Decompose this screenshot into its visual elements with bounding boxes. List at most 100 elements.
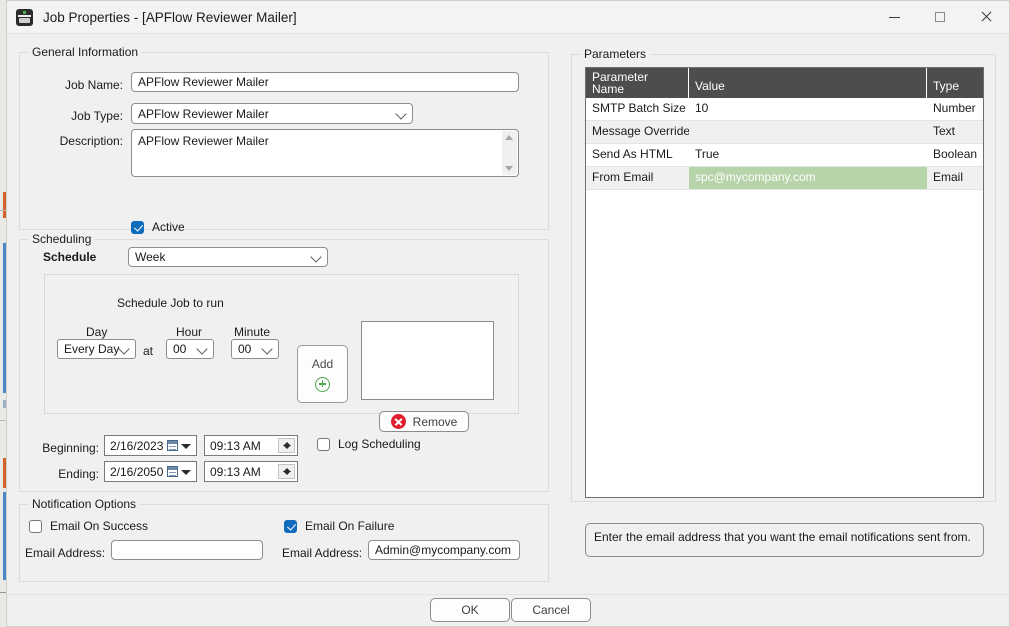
description-scrollbar[interactable]: [502, 131, 517, 175]
chevron-down-icon: [261, 343, 273, 355]
scroll-down-icon[interactable]: [505, 166, 513, 171]
minimize-button[interactable]: [871, 1, 917, 33]
email-on-success-label: Email On Success: [50, 519, 149, 533]
cell-parameter-type: Number: [933, 101, 976, 115]
description-textarea[interactable]: APFlow Reviewer Mailer: [131, 129, 519, 177]
chevron-down-icon: [395, 107, 407, 120]
minute-value: 00: [238, 342, 252, 356]
cell-parameter-name: From Email: [592, 170, 654, 184]
email-on-failure-checkbox[interactable]: Email On Failure: [284, 519, 394, 533]
hour-label: Hour: [176, 325, 203, 339]
table-row[interactable]: Message Override Text: [586, 121, 983, 144]
notification-options-legend: Notification Options: [28, 497, 141, 511]
scheduling-legend: Scheduling: [28, 232, 96, 246]
window-controls: [871, 1, 1009, 33]
chevron-down-icon: [196, 343, 208, 355]
maximize-icon: [935, 12, 945, 22]
general-information-legend: General Information: [28, 45, 143, 59]
job-properties-dialog: Job Properties - [APFlow Reviewer Mailer…: [6, 0, 1010, 627]
failure-email-address-input[interactable]: Admin@mycompany.com: [368, 540, 520, 560]
ending-time-spin-buttons[interactable]: [278, 464, 295, 479]
ending-date-picker[interactable]: 2/16/2050: [104, 461, 197, 482]
cell-parameter-value[interactable]: [689, 121, 927, 143]
remove-schedule-button[interactable]: Remove: [379, 411, 469, 432]
email-on-failure-checkbox-box: [284, 519, 297, 533]
day-value: Every Day: [64, 342, 120, 356]
column-header-type[interactable]: Type: [927, 68, 983, 98]
minute-combobox[interactable]: 00: [231, 339, 279, 359]
spin-down-icon[interactable]: [282, 445, 291, 449]
parameters-grid[interactable]: Parameter Name Value Type SMTP Batch Siz…: [585, 67, 984, 498]
ending-date-value: 2/16/2050: [110, 464, 164, 479]
dialog-client-area: General Information Job Name: APFlow Rev…: [7, 34, 1009, 626]
ok-button[interactable]: OK: [430, 598, 510, 622]
cell-parameter-value[interactable]: 10: [689, 98, 927, 120]
add-button-label: Add: [311, 356, 334, 371]
cell-parameter-value-selected[interactable]: spc@mycompany.com: [689, 167, 927, 189]
description-label: Description:: [59, 134, 123, 148]
job-type-combobox[interactable]: APFlow Reviewer Mailer: [131, 103, 413, 124]
cell-parameter-type: Email: [933, 170, 964, 184]
job-type-value: APFlow Reviewer Mailer: [138, 106, 269, 121]
active-checkbox[interactable]: Active: [131, 220, 185, 234]
hour-value: 00: [173, 342, 187, 356]
calendar-icon: [167, 465, 178, 477]
parameters-grid-header: Parameter Name Value Type: [586, 68, 983, 98]
close-button[interactable]: [963, 1, 1009, 33]
day-combobox[interactable]: Every Day: [57, 339, 136, 359]
footer-separator: [7, 594, 1009, 595]
schedule-combobox[interactable]: Week: [128, 247, 328, 267]
beginning-time-spinner[interactable]: 09:13 AM: [204, 435, 298, 456]
ending-time-spinner[interactable]: 09:13 AM: [204, 461, 298, 482]
cell-parameter-name: Send As HTML: [592, 147, 673, 161]
log-scheduling-checkbox[interactable]: Log Scheduling: [317, 437, 421, 451]
column-header-name-line2: Name: [592, 82, 625, 96]
title-bar[interactable]: Job Properties - [APFlow Reviewer Mailer…: [7, 1, 1009, 34]
active-label: Active: [152, 220, 185, 234]
cell-parameter-name: Message Override: [592, 124, 689, 138]
beginning-label: Beginning:: [42, 441, 99, 455]
parameters-legend: Parameters: [580, 47, 651, 61]
column-header-value[interactable]: Value: [689, 68, 927, 98]
email-on-failure-label: Email On Failure: [305, 519, 395, 533]
minimize-icon: [888, 16, 900, 18]
column-header-parameter-name[interactable]: Parameter Name: [586, 68, 689, 98]
cell-parameter-value[interactable]: True: [689, 144, 927, 166]
parameter-hint-box: Enter the email address that you want th…: [585, 523, 984, 557]
day-label: Day: [86, 325, 108, 339]
scroll-up-icon[interactable]: [505, 135, 513, 140]
chevron-down-icon: [118, 343, 130, 355]
chevron-down-icon[interactable]: [181, 443, 191, 449]
remove-circle-icon: [390, 414, 406, 429]
success-email-address-input[interactable]: [111, 540, 263, 560]
schedule-entries-listbox[interactable]: [361, 321, 494, 400]
cell-parameter-type: Text: [933, 124, 956, 138]
job-name-input[interactable]: APFlow Reviewer Mailer: [131, 72, 519, 92]
failure-email-address-label: Email Address:: [282, 546, 363, 560]
chevron-down-icon[interactable]: [181, 469, 191, 475]
schedule-job-to-run-label: Schedule Job to run: [117, 296, 224, 310]
cell-parameter-type: Boolean: [933, 147, 978, 161]
active-checkbox-box: [131, 220, 144, 234]
description-value: APFlow Reviewer Mailer: [138, 134, 269, 148]
log-scheduling-checkbox-box: [317, 437, 330, 451]
beginning-date-value: 2/16/2023: [110, 438, 164, 453]
cancel-button[interactable]: Cancel: [511, 598, 591, 622]
beginning-date-picker[interactable]: 2/16/2023: [104, 435, 197, 456]
email-on-success-checkbox[interactable]: Email On Success: [29, 519, 148, 533]
hour-combobox[interactable]: 00: [166, 339, 214, 359]
table-row-selected[interactable]: From Email spc@mycompany.com Email: [586, 167, 983, 190]
remove-button-label: Remove: [412, 414, 458, 429]
close-icon: [980, 11, 992, 23]
maximize-button[interactable]: [917, 1, 963, 33]
window-title: Job Properties - [APFlow Reviewer Mailer…: [43, 9, 297, 25]
job-name-label: Job Name:: [64, 78, 123, 92]
add-schedule-button[interactable]: Add: [297, 345, 348, 403]
table-row[interactable]: SMTP Batch Size 10 Number: [586, 98, 983, 121]
email-on-success-checkbox-box: [29, 519, 42, 533]
beginning-time-spin-buttons[interactable]: [278, 438, 295, 453]
parameter-hint-text: Enter the email address that you want th…: [594, 530, 971, 544]
spin-down-icon[interactable]: [282, 471, 291, 475]
ending-label: Ending:: [58, 467, 99, 481]
table-row[interactable]: Send As HTML True Boolean: [586, 144, 983, 167]
